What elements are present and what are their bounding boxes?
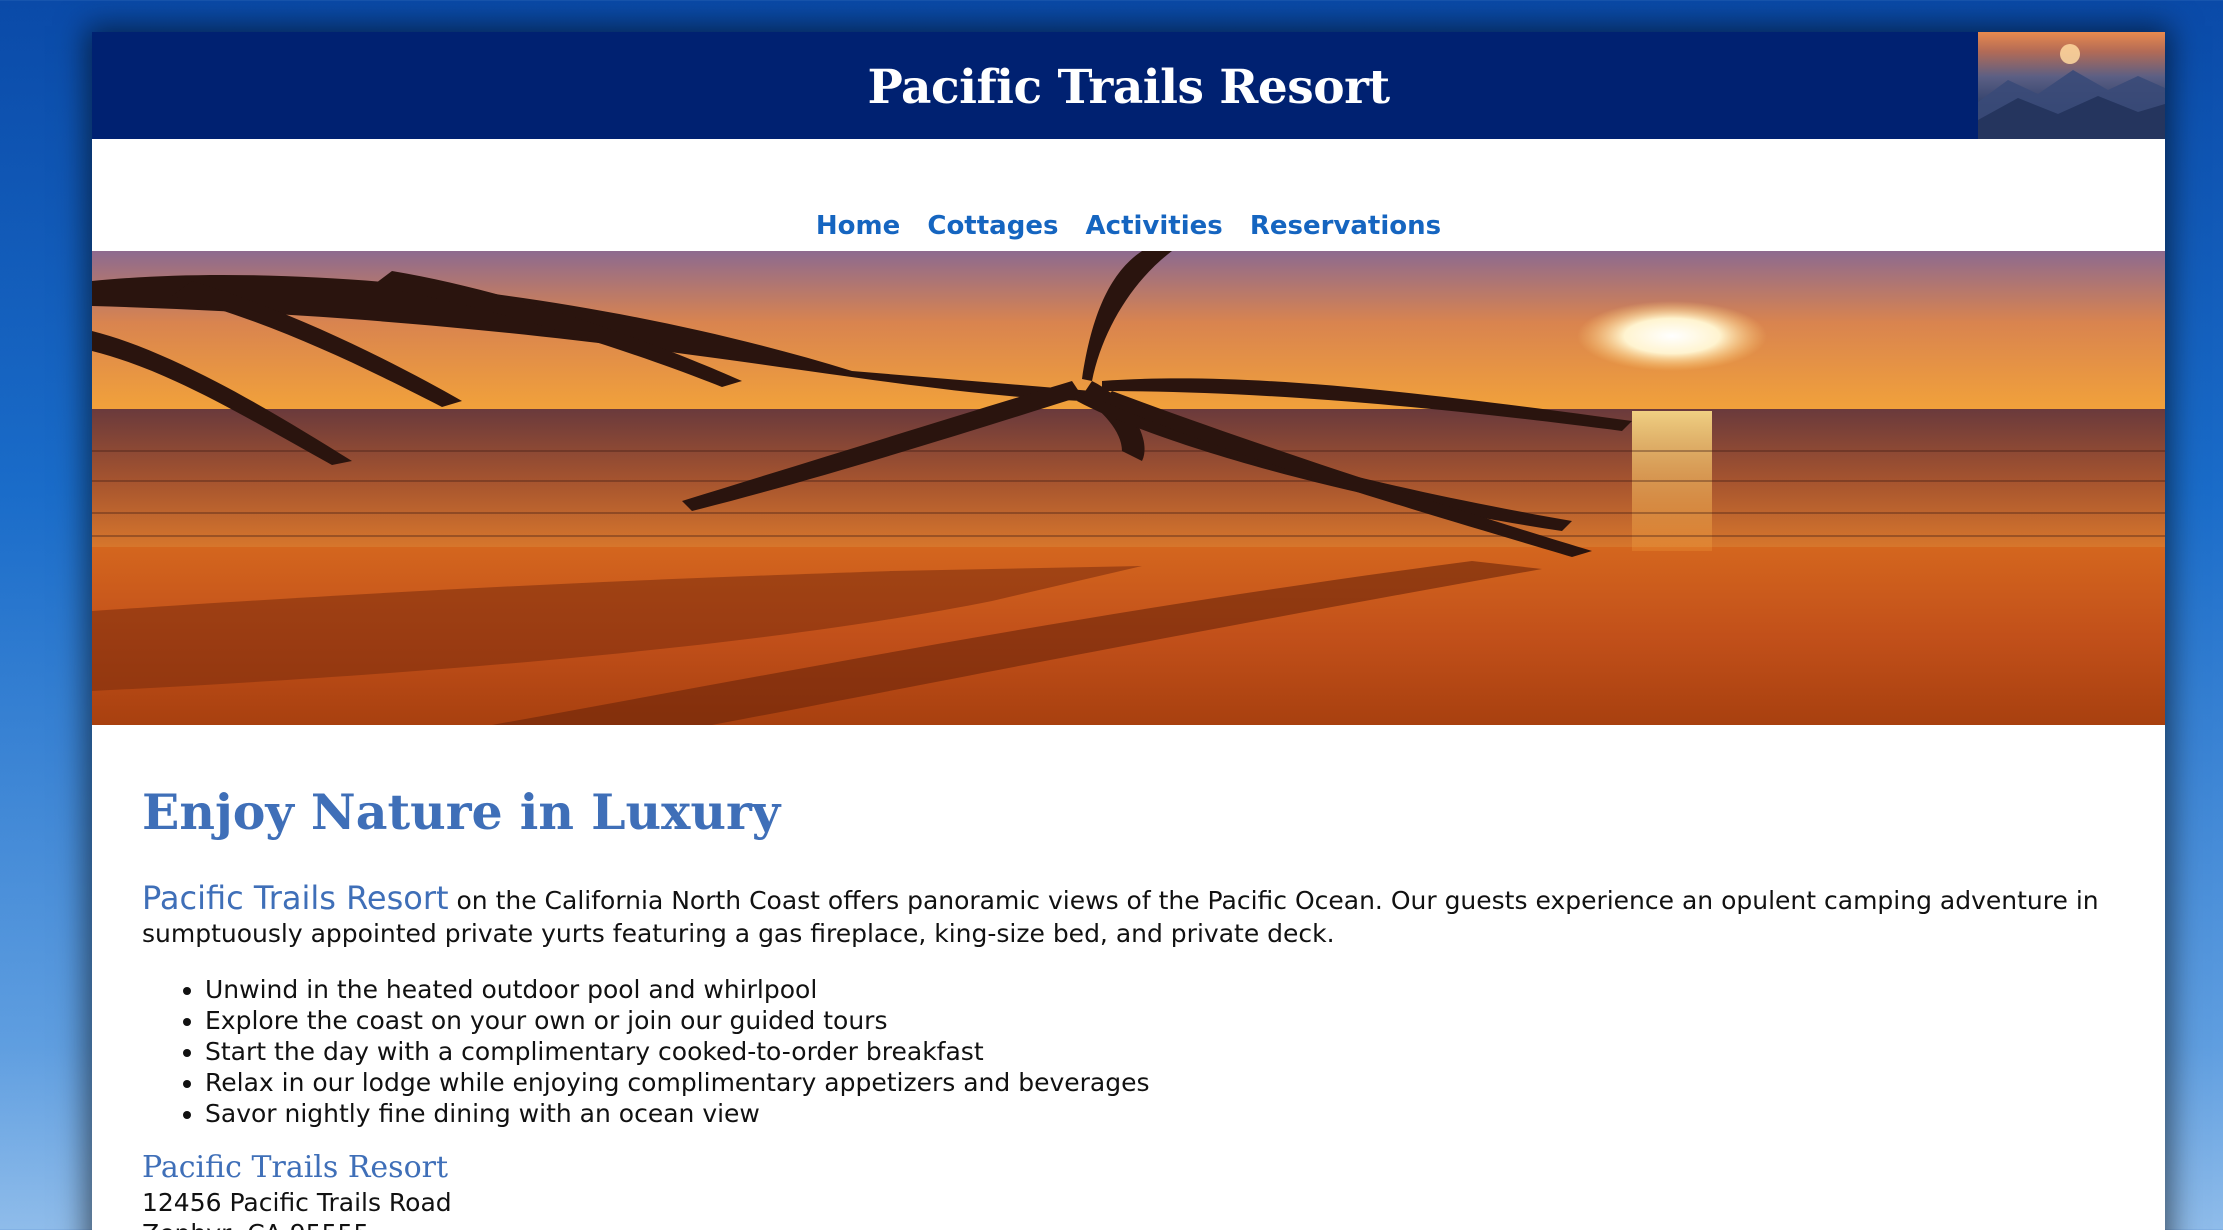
intro-paragraph: Pacific Trails Resort on the California …	[142, 882, 2132, 950]
list-item: Explore the coast on your own or join ou…	[205, 1005, 2132, 1036]
site-header: Pacific Trails Resort	[92, 32, 2165, 139]
main-heading: Enjoy Nature in Luxury	[142, 783, 781, 841]
nav-activities-link[interactable]: Activities	[1086, 211, 1223, 241]
site-title: Pacific Trails Resort	[867, 60, 1390, 115]
intro-brand: Pacific Trails Resort	[142, 879, 449, 917]
contact-street: 12456 Pacific Trails Road	[142, 1188, 452, 1217]
amenities-list: Unwind in the heated outdoor pool and wh…	[142, 974, 2132, 1129]
mountain-sunset-image	[1978, 32, 2165, 139]
contact-name: Pacific Trails Resort	[142, 1150, 449, 1185]
nav-cottages-link[interactable]: Cottages	[927, 211, 1058, 241]
list-item: Start the day with a complimentary cooke…	[205, 1036, 2132, 1067]
contact-address: Pacific Trails Resort 12456 Pacific Trai…	[142, 1149, 2132, 1230]
main-nav: Home Cottages Activities Reservations	[92, 139, 2165, 251]
main-content: Enjoy Nature in Luxury Pacific Trails Re…	[142, 772, 2132, 1230]
contact-city: Zephyr, CA 95555	[142, 1218, 2132, 1230]
list-item: Relax in our lodge while enjoying compli…	[205, 1067, 2132, 1098]
page-wrapper: Pacific Trails Resort Home Cottages Acti…	[92, 32, 2165, 1230]
nav-reservations-link[interactable]: Reservations	[1250, 211, 1441, 241]
nav-home-link[interactable]: Home	[816, 211, 900, 241]
list-item: Unwind in the heated outdoor pool and wh…	[205, 974, 2132, 1005]
hero-beach-sunset-image	[92, 251, 2165, 725]
list-item: Savor nightly fine dining with an ocean …	[205, 1098, 2132, 1129]
